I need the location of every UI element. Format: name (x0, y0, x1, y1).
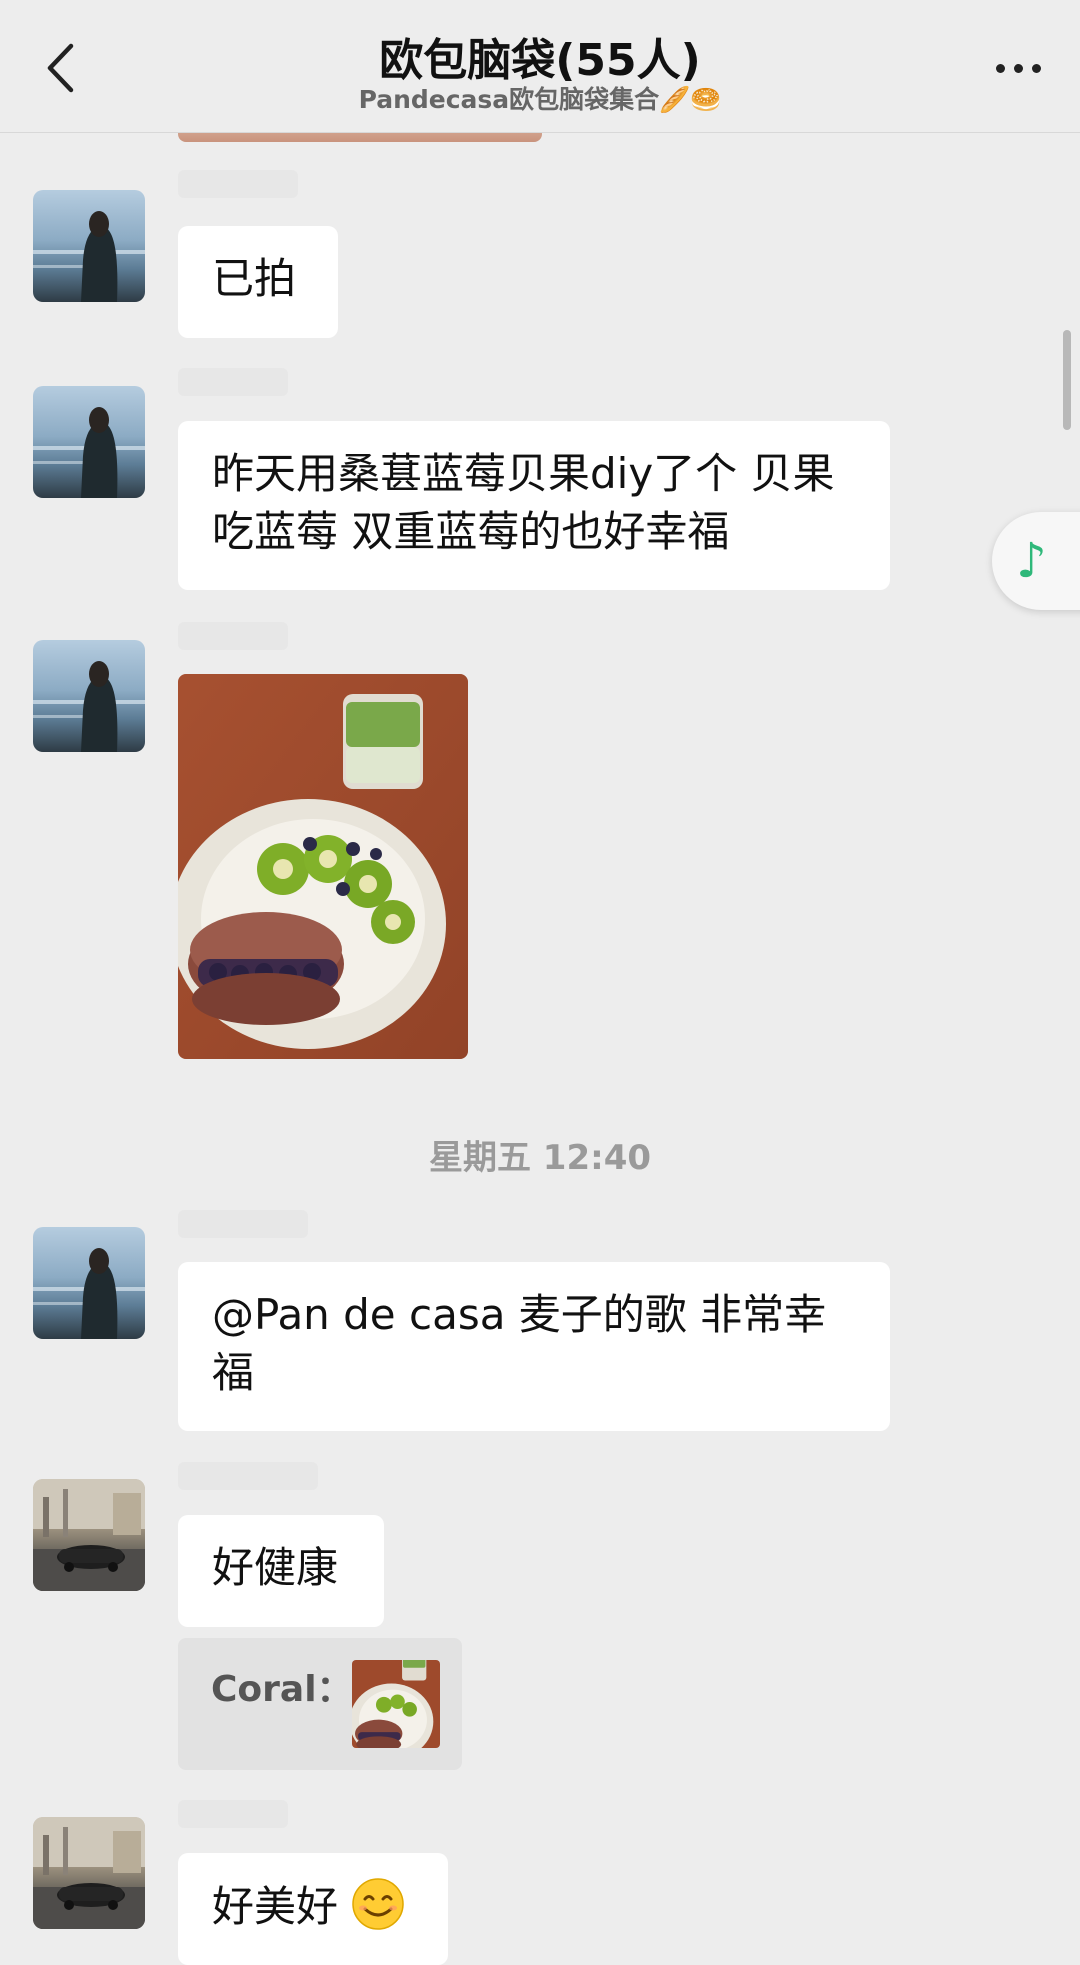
avatar[interactable] (33, 1227, 145, 1339)
sender-name-blurred (178, 1462, 318, 1490)
chat-header: 欧包脑袋(55人) Pandecasa欧包脑袋集合🥖🥯 (0, 0, 1080, 133)
food-photo[interactable] (178, 674, 468, 1059)
avatar[interactable] (33, 640, 145, 752)
sender-name-blurred (178, 170, 298, 198)
message-bubble[interactable]: 昨天用桑葚蓝莓贝果diy了个 贝果吃蓝莓 双重蓝莓的也好幸福 (178, 421, 890, 590)
avatar[interactable] (33, 386, 145, 498)
message-bubble[interactable]: @Pan de casa 麦子的歌 非常幸福 (178, 1262, 890, 1431)
avatar[interactable] (33, 190, 145, 302)
back-button[interactable] (30, 38, 90, 98)
smiling-face-emoji (352, 1878, 405, 1930)
quoted-photo-thumbnail[interactable] (352, 1660, 440, 1748)
message-text: @Pan de casa 麦子的歌 非常幸福 (212, 1290, 827, 1397)
chat-subtitle: Pandecasa欧包脑袋集合🥖🥯 (358, 85, 722, 114)
sender-name-blurred (178, 1800, 288, 1828)
music-note-icon: ♪ (1016, 533, 1047, 589)
message-bubble[interactable]: 好美好 (178, 1853, 448, 1965)
quoted-message[interactable]: Coral： (178, 1638, 462, 1770)
avatar[interactable] (33, 1479, 145, 1591)
sender-name-blurred (178, 368, 288, 396)
timestamp-separator: 星期五 12:40 (428, 1138, 652, 1178)
quote-author-label: Coral： (211, 1669, 353, 1710)
message-text: 昨天用桑葚蓝莓贝果diy了个 贝果吃蓝莓 双重蓝莓的也好幸福 (212, 449, 835, 556)
message-text: 好美好 (212, 1882, 339, 1931)
more-dots-icon (995, 63, 1005, 73)
scrollbar[interactable] (1063, 330, 1071, 430)
message-bubble[interactable]: 好健康 (178, 1515, 384, 1627)
sender-name-blurred (178, 622, 288, 650)
avatar[interactable] (33, 1817, 145, 1929)
message-text: 好健康 (212, 1543, 339, 1592)
message-text: 已拍 (212, 254, 297, 303)
sender-name-blurred (178, 1210, 308, 1238)
message-bubble[interactable]: 已拍 (178, 226, 338, 338)
more-button[interactable] (986, 48, 1050, 88)
chevron-left-icon (47, 43, 74, 93)
floating-music-button[interactable]: ♪ (992, 512, 1080, 610)
chat-title: 欧包脑袋(55人) (379, 35, 701, 86)
